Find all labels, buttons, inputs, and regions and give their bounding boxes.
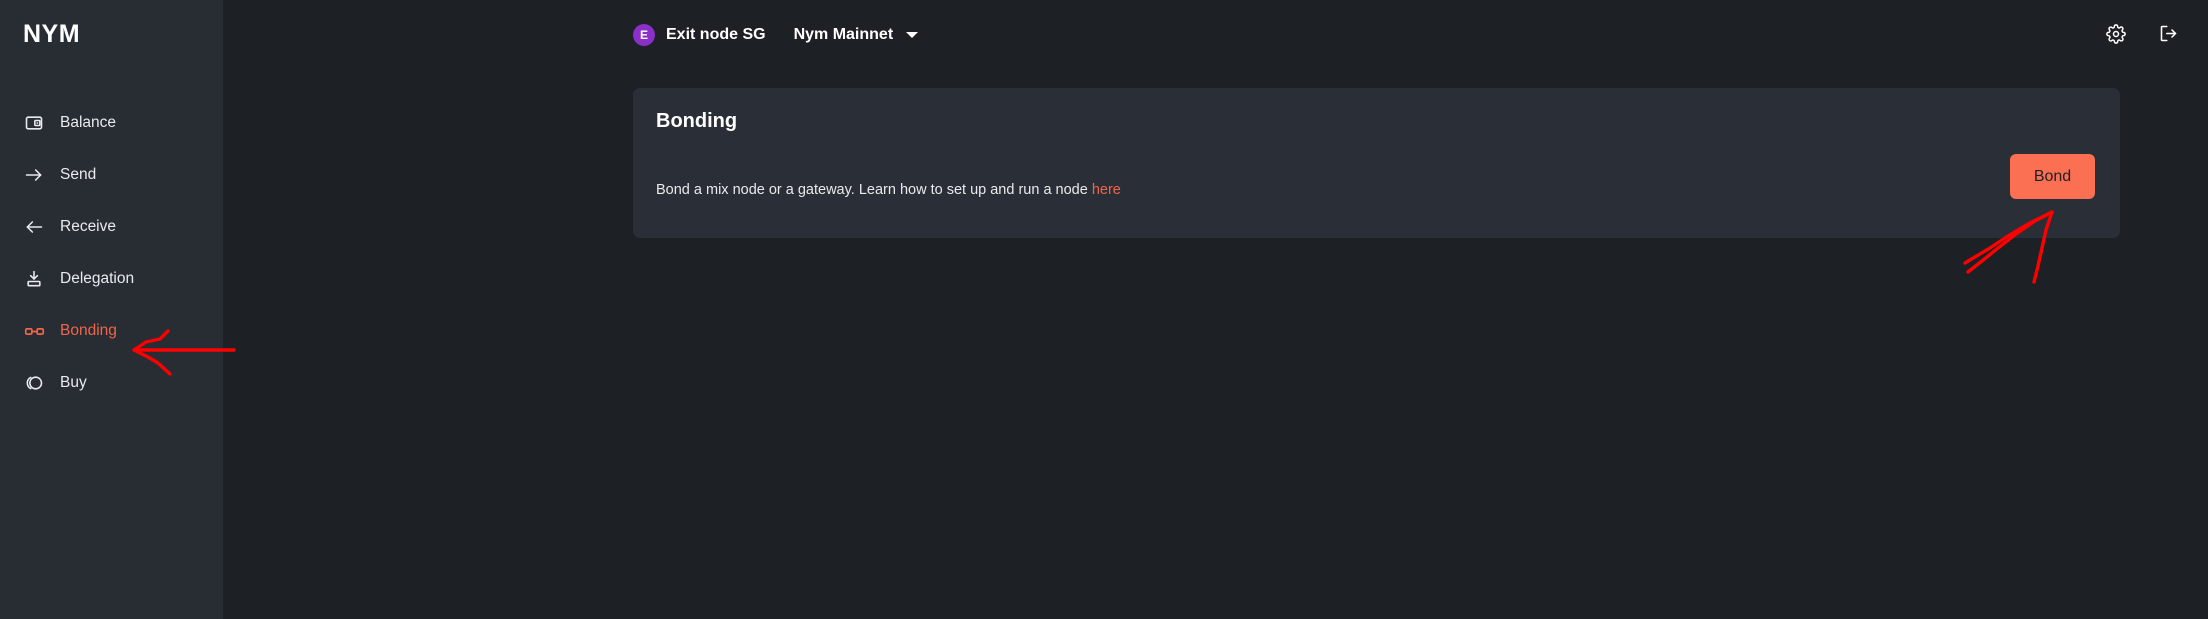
sidebar-item-label: Receive xyxy=(60,218,116,235)
coin-icon xyxy=(23,372,45,394)
top-bar: E Exit node SG Nym Mainnet xyxy=(223,0,2208,70)
network-name: Nym Mainnet xyxy=(793,26,894,43)
gear-icon xyxy=(2106,23,2126,47)
sidebar-item-label: Delegation xyxy=(60,270,135,287)
app-root: NYM Balance Send Receive Delegation Bond… xyxy=(0,0,2208,619)
node-identity: E Exit node SG Nym Mainnet xyxy=(633,0,919,70)
bond-button[interactable]: Bond xyxy=(2010,154,2095,199)
brand-logo: NYM xyxy=(23,20,81,48)
sidebar-item-receive[interactable]: Receive xyxy=(0,201,223,253)
sidebar-item-send[interactable]: Send xyxy=(0,149,223,201)
card-description: Bond a mix node or a gateway. Learn how … xyxy=(656,182,1121,198)
link-icon xyxy=(23,320,45,342)
main-content: E Exit node SG Nym Mainnet Bonding Bond … xyxy=(223,0,2208,619)
network-selector[interactable]: Nym Mainnet xyxy=(794,26,919,44)
page-title: Bonding xyxy=(656,110,738,132)
sidebar-item-balance[interactable]: Balance xyxy=(0,97,223,149)
sidebar: NYM Balance Send Receive Delegation Bond… xyxy=(0,0,223,619)
wallet-icon xyxy=(23,112,45,134)
chevron-down-icon xyxy=(906,32,919,38)
arrow-right-icon xyxy=(23,164,45,186)
avatar: E xyxy=(633,24,655,46)
bonding-card: Bonding Bond a mix node or a gateway. Le… xyxy=(633,88,2120,238)
logout-button[interactable] xyxy=(2156,23,2180,47)
top-bar-actions xyxy=(2104,0,2180,70)
sidebar-item-label: Bonding xyxy=(60,322,117,339)
card-description-text: Bond a mix node or a gateway. Learn how … xyxy=(656,182,1092,198)
sidebar-item-label: Buy xyxy=(60,374,87,391)
sidebar-item-label: Send xyxy=(60,166,97,183)
sidebar-item-buy[interactable]: Buy xyxy=(0,357,223,409)
settings-button[interactable] xyxy=(2104,23,2128,47)
arrow-left-icon xyxy=(23,216,45,238)
sidebar-nav: Balance Send Receive Delegation Bonding … xyxy=(0,97,223,409)
learn-more-link[interactable]: here xyxy=(1092,182,1121,198)
node-name: Exit node SG xyxy=(666,26,766,43)
sidebar-item-delegation[interactable]: Delegation xyxy=(0,253,223,305)
sidebar-item-label: Balance xyxy=(60,114,117,131)
logout-icon xyxy=(2158,23,2179,47)
download-icon xyxy=(23,268,45,290)
sidebar-item-bonding[interactable]: Bonding xyxy=(0,305,223,357)
